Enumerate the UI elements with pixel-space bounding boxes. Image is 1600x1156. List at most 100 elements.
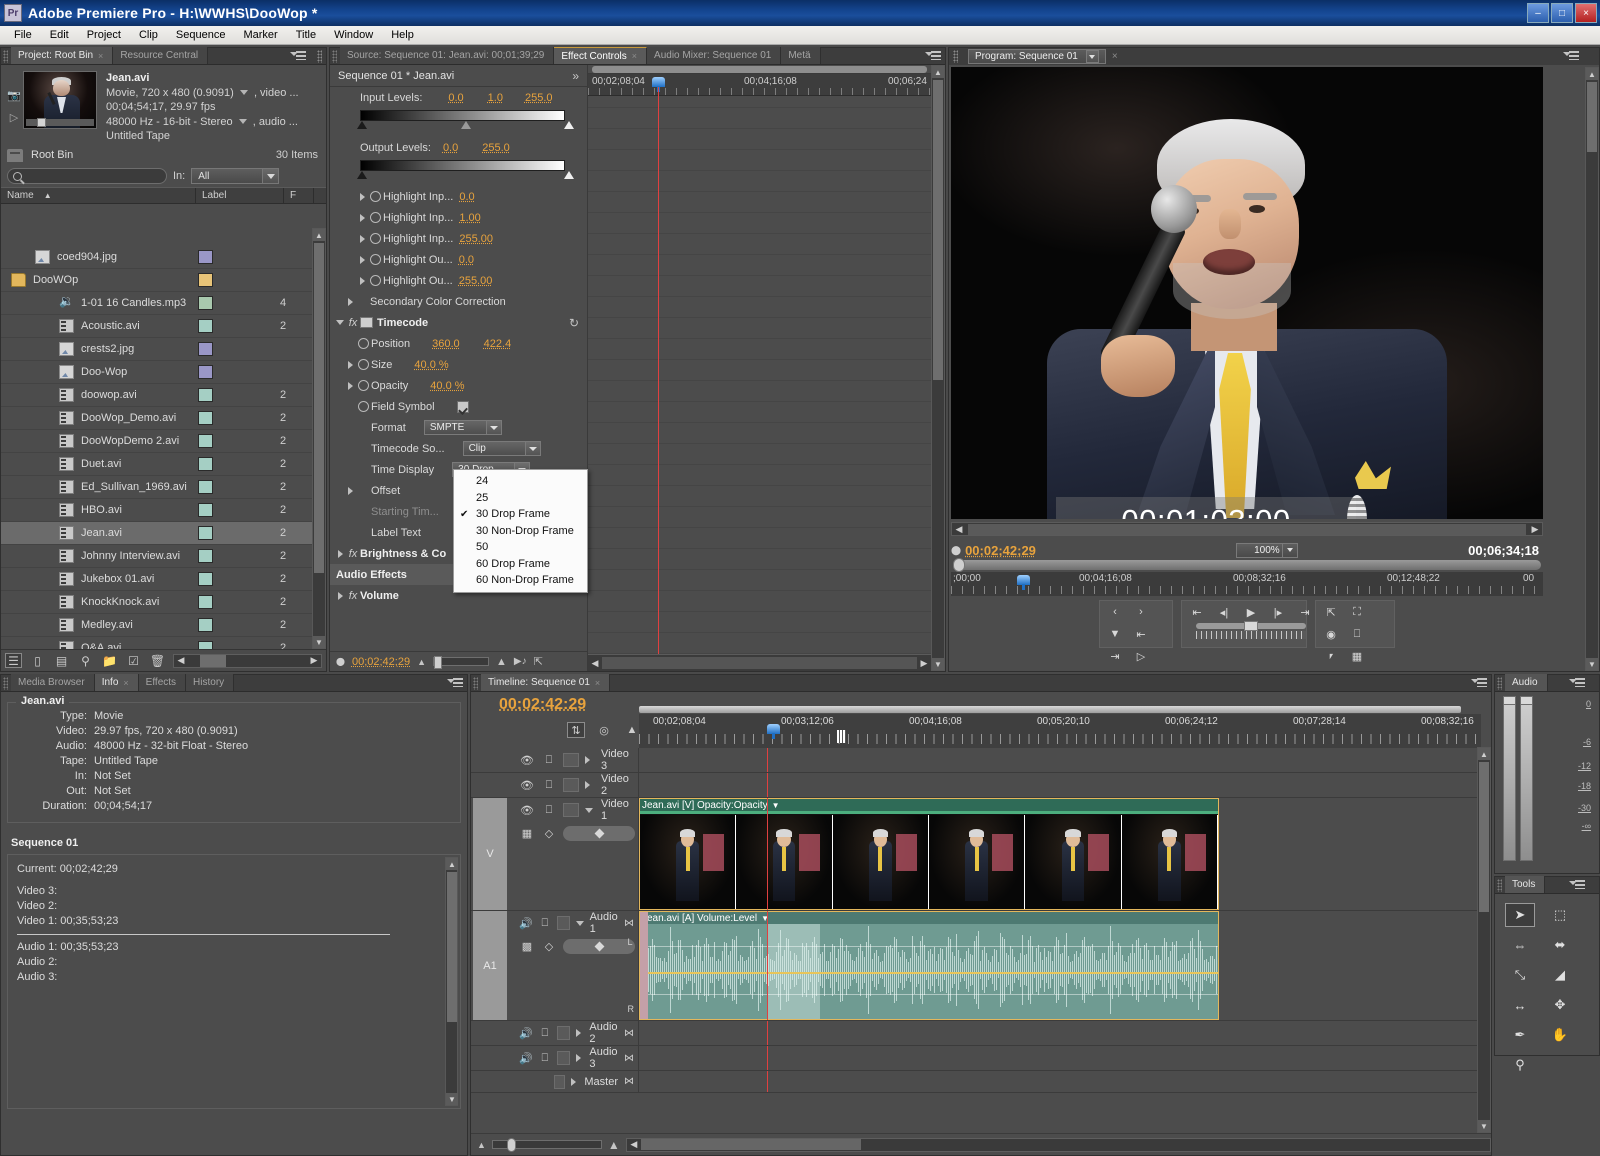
- timeline-current-timecode[interactable]: 00:02:42:29: [499, 696, 586, 714]
- program-zoom-scrollbar[interactable]: [953, 558, 1541, 572]
- track-header[interactable]: Master ⋈: [471, 1071, 639, 1092]
- video-clip[interactable]: Jean.avi [V] Opacity:Opacity ▼: [639, 798, 1219, 910]
- scroll-left-icon[interactable]: ◀: [627, 1139, 641, 1150]
- extract-icon[interactable]: ⎖: [1320, 647, 1342, 665]
- file-list-row[interactable]: Doo-Wop: [1, 361, 312, 384]
- zoom-level-select[interactable]: 100%: [1235, 542, 1298, 558]
- timeline-track[interactable]: V 👁 ⎕ Video 1 ▦ ◇ Jean.avi [V] Opacity:Opacity…: [471, 798, 1491, 911]
- stopwatch-icon[interactable]: [356, 400, 371, 413]
- parameter-value-2[interactable]: 422.4: [484, 338, 512, 350]
- effect-parameter-row[interactable]: Highlight Inp... 0.0: [330, 186, 587, 207]
- eye-icon[interactable]: 👁: [519, 753, 535, 767]
- play-keyframes-icon[interactable]: ▶♪: [514, 656, 527, 667]
- dropdown-option[interactable]: 25: [454, 490, 587, 507]
- sequence-info-scrollbar[interactable]: ▲ ▼: [445, 857, 458, 1106]
- track-content[interactable]: Jean.avi [V] Opacity:Opacity ▼: [639, 798, 1491, 910]
- scroll-left-icon[interactable]: ◀: [174, 655, 188, 666]
- tab-project-root-bin[interactable]: Project: Root Bin ×: [11, 47, 114, 64]
- scroll-down-icon[interactable]: ▼: [1586, 658, 1598, 670]
- file-list-row[interactable]: DooWop_Demo.avi 2: [1, 407, 312, 430]
- effect-parameter-row[interactable]: Highlight Ou... 0.0: [330, 249, 587, 270]
- scroll-down-icon[interactable]: ▼: [932, 658, 944, 670]
- twirl-icon[interactable]: [571, 1078, 578, 1086]
- step-back-marker-icon[interactable]: ⇤: [1186, 603, 1208, 621]
- effect-parameter-row[interactable]: Highlight Ou... 255.00: [330, 270, 587, 291]
- file-list-row[interactable]: KnockKnock.avi 2: [1, 591, 312, 614]
- timeline-track[interactable]: Master ⋈: [471, 1071, 1491, 1093]
- column-name[interactable]: Name ▲: [1, 188, 196, 203]
- file-list-row[interactable]: DooWOp: [1, 269, 312, 292]
- effect-parameter-row[interactable]: Position 360.0 422.4: [330, 333, 587, 354]
- scroll-down-icon[interactable]: ▼: [446, 1093, 458, 1105]
- tab-audio-mixer[interactable]: Audio Mixer: Sequence 01: [647, 47, 782, 64]
- label-cell[interactable]: [192, 526, 280, 540]
- panel-menu-icon[interactable]: [1569, 879, 1585, 891]
- file-list-row[interactable]: DooWopDemo 2.avi 2: [1, 430, 312, 453]
- rate-stretch-tool[interactable]: ⤡: [1505, 963, 1535, 987]
- keyframe-mode-icon[interactable]: ⋈: [624, 1028, 634, 1039]
- ec-timeline-zoom-bar[interactable]: [592, 66, 927, 73]
- file-list-row[interactable]: Duet.avi 2: [1, 453, 312, 476]
- close-button[interactable]: ×: [1575, 3, 1597, 23]
- close-icon[interactable]: ×: [595, 678, 600, 688]
- zoom-in-icon[interactable]: ▲: [608, 1138, 620, 1152]
- effect-parameter-row[interactable]: Timecode So... Clip: [330, 438, 587, 459]
- label-cell[interactable]: [192, 319, 280, 333]
- set-out-point-icon[interactable]: ›: [1130, 603, 1152, 621]
- label-cell[interactable]: [192, 618, 280, 632]
- input-levels-white[interactable]: 255.0: [525, 92, 553, 104]
- program-monitor-scrollbar[interactable]: ◀ ▶: [951, 522, 1543, 536]
- close-icon[interactable]: ×: [632, 51, 637, 61]
- column-label[interactable]: Label: [196, 188, 284, 203]
- clip-thumbnail[interactable]: [23, 71, 97, 129]
- stopwatch-icon[interactable]: [356, 358, 371, 371]
- scroll-right-icon[interactable]: ▶: [307, 655, 321, 666]
- panel-drag-handle-icon[interactable]: [317, 50, 322, 63]
- keyframe-mode-icon[interactable]: ⋈: [624, 918, 634, 929]
- tab-history[interactable]: History: [186, 674, 235, 691]
- parameter-select[interactable]: Clip: [462, 441, 541, 456]
- dropdown-option[interactable]: 30 Non-Drop Frame: [454, 523, 587, 540]
- keyframe-mode-icon[interactable]: ⋈: [624, 1053, 634, 1064]
- label-cell[interactable]: [192, 365, 280, 379]
- track-header[interactable]: 🔊 ⎕ Audio 2 ⋈: [471, 1021, 639, 1045]
- track-toggle[interactable]: [562, 778, 579, 792]
- track-content[interactable]: [639, 1046, 1491, 1070]
- ec-keyframe-area[interactable]: [588, 87, 931, 671]
- timeline-marker-icon[interactable]: [837, 730, 846, 743]
- zoom-out-icon[interactable]: ▲: [477, 1140, 486, 1150]
- rolling-edit-tool[interactable]: ⬌: [1545, 933, 1575, 957]
- menu-item-help[interactable]: Help: [382, 28, 423, 42]
- effect-parameter-row[interactable]: Opacity 40.0 %: [330, 375, 587, 396]
- twirl-icon[interactable]: [576, 1029, 584, 1037]
- twirl-icon[interactable]: [356, 193, 368, 201]
- output-levels-black[interactable]: 0.0: [443, 142, 458, 154]
- tab-resource-central[interactable]: Resource Central: [113, 47, 209, 64]
- sync-lock-icon[interactable]: ◎: [595, 722, 613, 738]
- label-cell[interactable]: [192, 250, 280, 264]
- tab-media-browser[interactable]: Media Browser: [11, 674, 95, 691]
- pen-tool[interactable]: ✒: [1505, 1023, 1535, 1047]
- tab-timeline-sequence[interactable]: Timeline: Sequence 01 ×: [481, 674, 611, 691]
- maximize-button[interactable]: □: [1551, 3, 1573, 23]
- close-icon[interactable]: ×: [1112, 51, 1118, 62]
- effect-parameter-row[interactable]: Size 40.0 %: [330, 354, 587, 375]
- tab-tools[interactable]: Tools: [1505, 876, 1546, 893]
- speaker-icon[interactable]: 🔊: [519, 916, 533, 930]
- menu-item-project[interactable]: Project: [78, 28, 130, 42]
- poster-frame-icon[interactable]: 📷: [7, 89, 21, 102]
- lock-icon[interactable]: ⎕: [541, 753, 557, 767]
- time-display-dropdown-menu[interactable]: 242530 Drop Frame30 Non-Drop Frame5060 D…: [453, 469, 588, 593]
- tab-metadata[interactable]: Metä: [781, 47, 821, 64]
- parameter-value[interactable]: 255.00: [459, 275, 493, 287]
- track-header[interactable]: A1 🔊 ⎕ Audio 1 ⋈ ▩ ◇ L R: [471, 911, 639, 1020]
- panel-menu-icon[interactable]: [1569, 677, 1585, 689]
- label-cell[interactable]: [192, 503, 280, 517]
- project-horizontal-scrollbar[interactable]: ◀ ▶: [173, 653, 322, 668]
- track-toggle[interactable]: [556, 1026, 570, 1040]
- ec-vertical-scrollbar[interactable]: ▲ ▼: [931, 65, 945, 671]
- new-bin-icon[interactable]: 📁: [101, 653, 118, 668]
- panel-menu-icon[interactable]: [290, 50, 306, 62]
- timeline-track[interactable]: A1 🔊 ⎕ Audio 1 ⋈ ▩ ◇ L R Jean.avi [A] Volume:Leve…: [471, 911, 1491, 1021]
- stopwatch-icon[interactable]: [368, 190, 383, 203]
